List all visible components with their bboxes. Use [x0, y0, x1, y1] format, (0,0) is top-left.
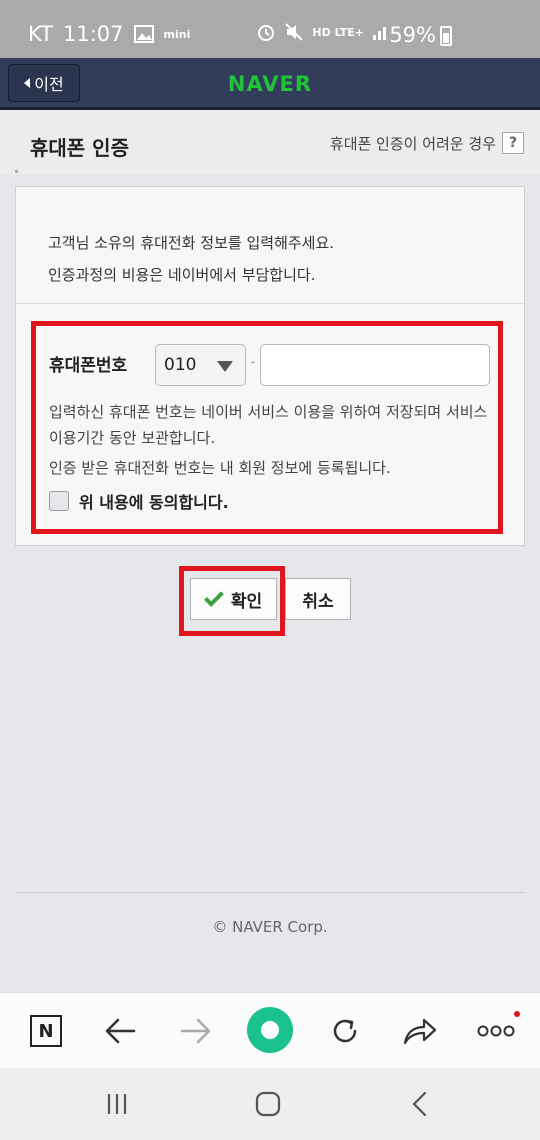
divider-dot — [15, 170, 18, 173]
naver-home-button[interactable]: N — [26, 1011, 66, 1051]
help-icon[interactable]: ? — [502, 132, 524, 154]
intro-line-2: 인증과정의 비용은 네이버에서 부담합니다. — [48, 266, 316, 284]
share-icon — [403, 1018, 437, 1045]
green-dot-button[interactable] — [247, 1007, 293, 1053]
copyright: © NAVER Corp. — [212, 918, 328, 936]
title-bar: 휴대폰 인증 휴대폰 인증이 어려운 경우 ? — [0, 110, 540, 174]
storage-notice: 입력하신 휴대폰 번호는 네이버 서비스 이용을 위하여 저장되며 서비스 이용… — [49, 403, 488, 447]
more-dots-icon — [477, 1025, 515, 1037]
carrier: KT — [28, 22, 53, 46]
dropdown-arrow-icon — [217, 361, 233, 372]
browser-toolbar: N — [0, 992, 540, 1068]
help-link-label: 휴대폰 인증이 어려운 경우 — [329, 134, 496, 153]
confirm-button[interactable]: 확인 — [190, 578, 277, 620]
phone-prefix-select[interactable]: 010 — [155, 344, 246, 386]
gallery-icon — [133, 25, 154, 43]
page-title: 휴대폰 인증 — [30, 136, 129, 160]
phone-prefix-value: 010 — [164, 355, 197, 375]
arrow-right-icon — [180, 1018, 211, 1044]
network-label: HD LTE+ — [312, 25, 364, 39]
status-left: KT 11:07 mini — [28, 22, 190, 46]
registration-notice: 인증 받은 휴대전화 번호는 내 회원 정보에 등록됩니다. — [49, 459, 391, 477]
panel-divider — [16, 303, 524, 304]
share-button[interactable] — [400, 1011, 440, 1051]
more-menu-button[interactable] — [474, 1011, 518, 1051]
battery-percent: 59% — [389, 23, 436, 47]
refresh-button[interactable] — [325, 1011, 365, 1051]
app-header: 이전 NAVER — [0, 58, 540, 110]
cancel-button[interactable]: 취소 — [285, 578, 351, 620]
clock: 11:07 — [62, 22, 124, 46]
cancel-label: 취소 — [302, 591, 334, 612]
forward-nav-button[interactable] — [176, 1011, 216, 1051]
recents-button[interactable] — [97, 1088, 137, 1120]
footer-divider — [15, 892, 525, 893]
intro-text: 고객님 소유의 휴대전화 정보를 입력해주세요. 인증과정의 비용은 네이버에서… — [48, 227, 334, 291]
home-button[interactable] — [248, 1088, 288, 1120]
refresh-icon — [333, 1019, 357, 1043]
system-back-button[interactable] — [400, 1088, 440, 1120]
notification-dot — [514, 1011, 520, 1017]
mute-icon — [285, 23, 304, 41]
back-nav-button[interactable] — [100, 1011, 140, 1051]
mini-label: mini — [163, 27, 191, 41]
android-nav-bar — [0, 1068, 540, 1140]
naver-n-icon: N — [30, 1015, 62, 1047]
agree-row[interactable]: 위 내용에 동의합니다. — [49, 489, 229, 513]
status-bar: KT 11:07 mini HD LTE+ 59% — [0, 0, 540, 58]
naver-logo: NAVER — [227, 72, 313, 96]
arrow-left-icon — [105, 1018, 136, 1044]
signal-icon — [373, 27, 386, 40]
agree-label[interactable]: 위 내용에 동의합니다. — [79, 489, 229, 513]
help-link[interactable]: 휴대폰 인증이 어려운 경우 ? — [330, 132, 524, 154]
phone-number-label: 휴대폰번호 — [49, 356, 128, 376]
phone-number-input[interactable] — [260, 344, 490, 386]
phone-separator: - — [250, 352, 256, 371]
status-right: HD LTE+ — [256, 22, 390, 42]
green-dot-icon — [247, 1007, 293, 1053]
back-chevron-icon — [412, 1091, 427, 1117]
recents-icon — [107, 1094, 127, 1114]
home-icon — [255, 1091, 281, 1117]
intro-line-1: 고객님 소유의 휴대전화 정보를 입력해주세요. — [48, 234, 335, 252]
alarm-icon — [258, 25, 275, 41]
battery-icon — [440, 26, 452, 46]
agree-checkbox[interactable] — [49, 491, 69, 511]
check-icon — [203, 587, 224, 607]
confirm-label: 확인 — [230, 591, 263, 612]
